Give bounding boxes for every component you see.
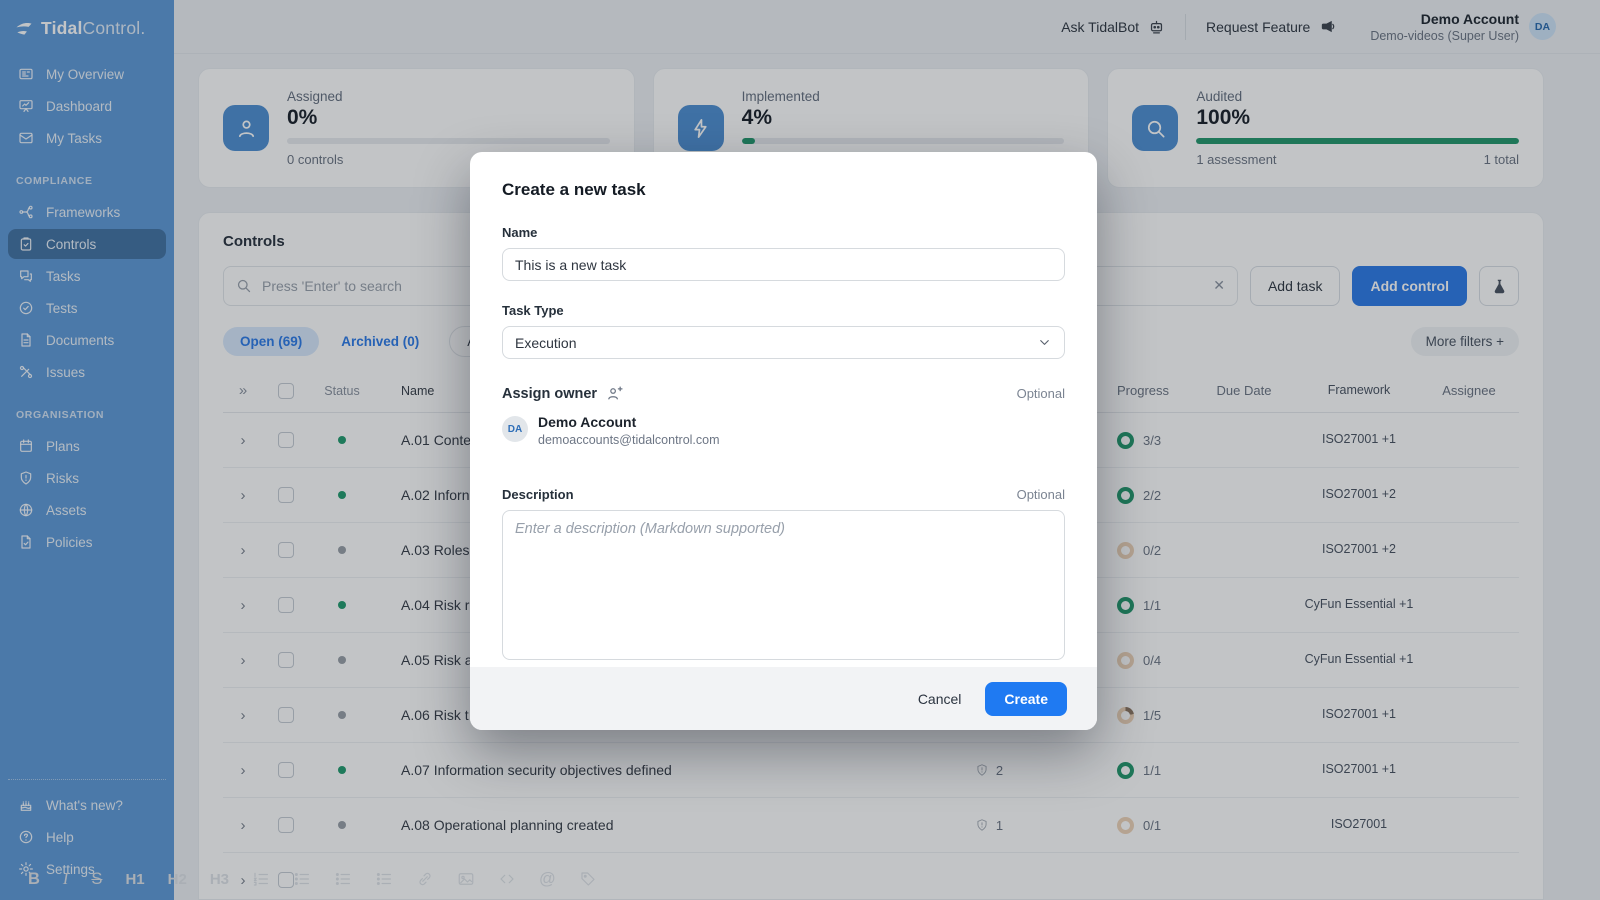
cancel-button[interactable]: Cancel: [904, 683, 976, 715]
assign-owner-label: Assign owner: [502, 385, 623, 402]
owner-optional-badge: Optional: [1017, 386, 1065, 401]
owner-email: demoaccounts@tidalcontrol.com: [538, 433, 720, 447]
chevron-down-icon: [1037, 335, 1052, 350]
task-type-label: Task Type: [502, 303, 1065, 318]
owner-row[interactable]: DA Demo Account demoaccounts@tidalcontro…: [502, 414, 1065, 447]
modal-title: Create a new task: [502, 180, 1065, 200]
description-optional-badge: Optional: [1017, 487, 1065, 502]
create-button[interactable]: Create: [985, 682, 1067, 716]
owner-name: Demo Account: [538, 414, 720, 430]
name-label: Name: [502, 225, 1065, 240]
description-label: Description: [502, 487, 574, 502]
task-type-select[interactable]: Execution: [502, 326, 1065, 359]
description-textarea[interactable]: [502, 510, 1065, 660]
modal-footer: Cancel Create: [470, 667, 1097, 730]
person-plus-icon[interactable]: [606, 385, 623, 402]
create-task-modal: Create a new task Name Task Type Executi…: [470, 152, 1097, 730]
owner-avatar: DA: [502, 416, 528, 442]
task-type-value: Execution: [515, 335, 576, 351]
task-name-input[interactable]: [502, 248, 1065, 281]
